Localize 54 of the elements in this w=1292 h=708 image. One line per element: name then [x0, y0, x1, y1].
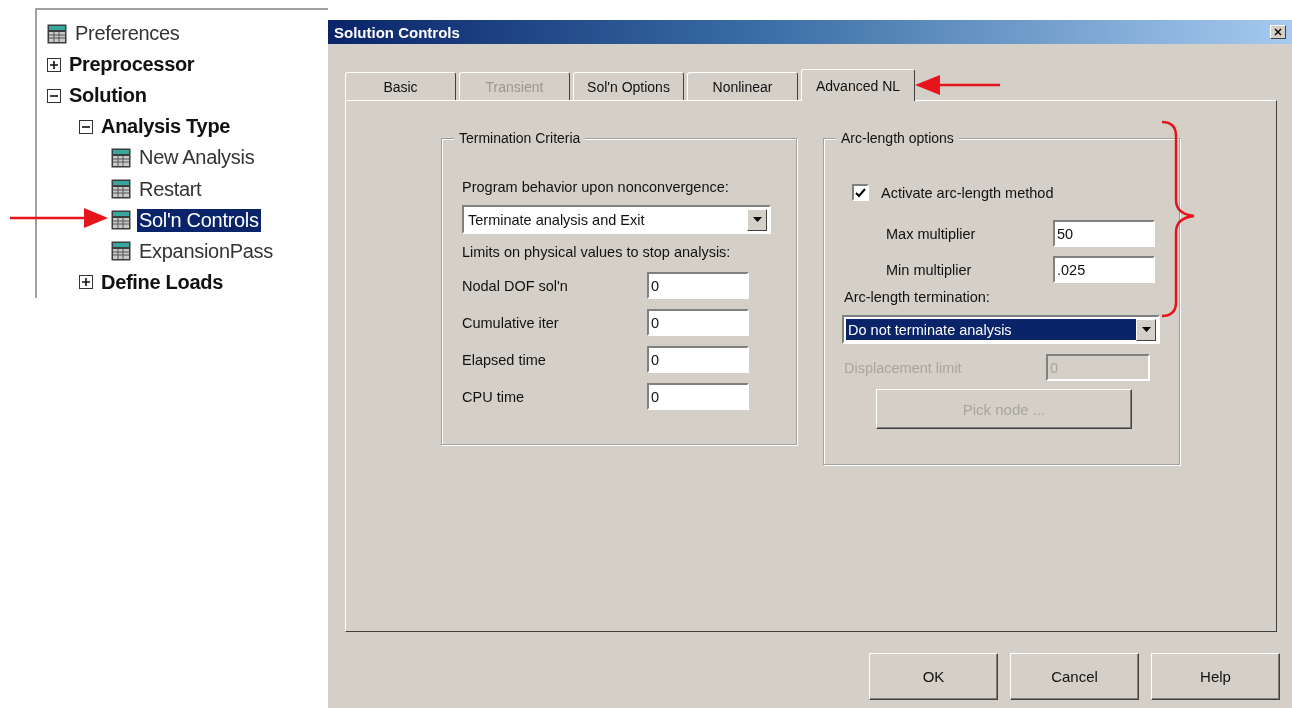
field-label: Arc-length termination: — [844, 289, 991, 305]
tree-item[interactable]: ExpansionPass — [137, 239, 275, 263]
tree-item[interactable]: Preferences — [73, 22, 182, 46]
group-title: Arc-length options — [836, 130, 959, 146]
calculator-icon — [111, 210, 131, 231]
input-field[interactable]: 0 — [647, 346, 749, 373]
tree-item[interactable]: Solution — [67, 84, 149, 108]
tree-item[interactable]: New Analysis — [137, 146, 257, 170]
checkbox[interactable] — [852, 184, 869, 201]
tab[interactable]: Advanced NL — [801, 69, 915, 101]
caret-icon — [1141, 327, 1151, 332]
expand-icon[interactable] — [47, 57, 61, 72]
dialog-button[interactable]: Cancel — [1010, 653, 1139, 700]
behavior-dropdown[interactable]: Terminate analysis and Exit — [462, 205, 771, 234]
field-label: Limits on physical values to stop analysis: — [462, 244, 732, 260]
tab[interactable]: Sol'n Options — [573, 72, 684, 100]
calculator-icon — [47, 23, 67, 44]
tree-item[interactable]: Analysis Type — [99, 115, 233, 139]
field-label: Min multiplier — [886, 261, 973, 278]
input-field[interactable]: 0 — [647, 309, 749, 336]
field-label: CPU time — [462, 388, 526, 405]
dialog-button[interactable]: OK — [869, 653, 998, 700]
dropdown-button[interactable] — [1136, 318, 1156, 341]
tab[interactable]: Nonlinear — [687, 72, 798, 100]
field-label: Cumulative iter — [462, 314, 560, 331]
field-label: Program behavior upon nonconvergence: — [462, 179, 730, 195]
close-icon — [1274, 28, 1282, 36]
tab[interactable]: Basic — [345, 72, 456, 100]
calculator-icon — [111, 179, 131, 200]
termination-dropdown[interactable]: Do not terminate analysis — [842, 315, 1160, 344]
tree-item[interactable]: Preprocessor — [67, 53, 197, 77]
input-field[interactable]: 50 — [1053, 220, 1155, 247]
input-field[interactable]: 0 — [647, 272, 749, 299]
checkbox-label: Activate arc-length method — [881, 184, 1054, 201]
close-button[interactable] — [1270, 25, 1286, 39]
dialog-button[interactable]: Help — [1151, 653, 1280, 700]
input-field[interactable]: 0 — [647, 383, 749, 410]
field-label: Nodal DOF sol'n — [462, 277, 569, 294]
calculator-icon — [111, 241, 131, 262]
caret-icon — [752, 217, 762, 222]
dropdown-button[interactable] — [747, 208, 767, 231]
field-label: Max multiplier — [886, 225, 977, 242]
expand-icon[interactable] — [79, 275, 93, 290]
input-field[interactable]: .025 — [1053, 256, 1155, 283]
check-icon — [855, 187, 866, 198]
group-title: Termination Criteria — [454, 130, 586, 146]
collapse-icon[interactable] — [47, 88, 61, 103]
tree-item[interactable]: Define Loads — [99, 270, 225, 294]
collapse-icon[interactable] — [79, 119, 93, 134]
tree-item[interactable]: Sol'n Controls — [137, 208, 261, 232]
calculator-icon — [111, 148, 131, 168]
tree-item[interactable]: Restart — [137, 177, 204, 201]
field-label: Elapsed time — [462, 351, 547, 368]
window-title: Solution Controls — [334, 23, 460, 41]
